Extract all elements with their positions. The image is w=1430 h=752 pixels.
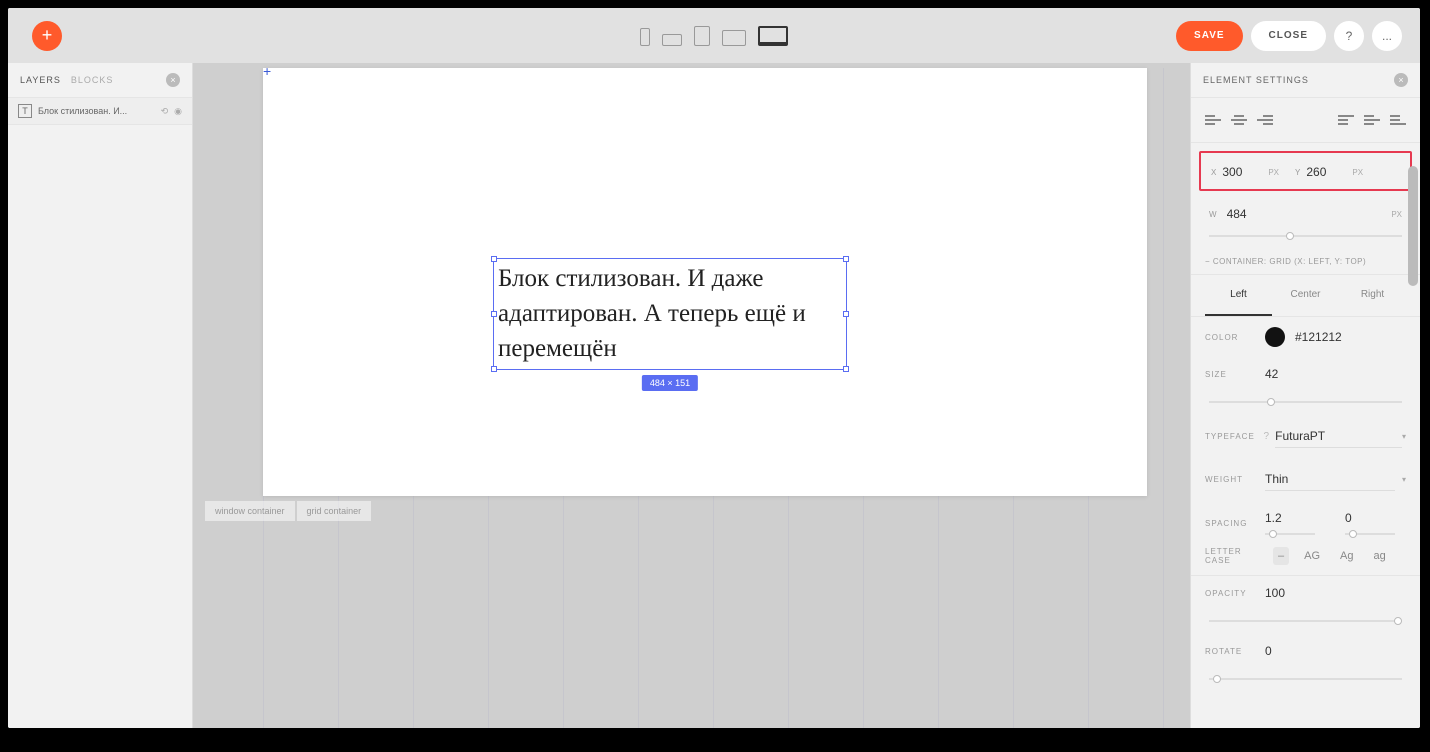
- rotate-input[interactable]: [1265, 644, 1345, 658]
- scrollbar[interactable]: [1408, 166, 1418, 286]
- w-unit: PX: [1391, 210, 1402, 219]
- spacing-label: SPACING: [1205, 519, 1265, 528]
- resize-handle[interactable]: [843, 256, 849, 262]
- w-label: W: [1209, 210, 1217, 219]
- text-align-right[interactable]: Right: [1339, 275, 1406, 316]
- grid-container-tab[interactable]: grid container: [297, 501, 372, 521]
- case-lower[interactable]: ag: [1369, 547, 1391, 565]
- container-note[interactable]: − CONTAINER: GRID (X: LEFT, Y: TOP): [1191, 249, 1420, 275]
- close-button[interactable]: CLOSE: [1251, 21, 1326, 51]
- tab-layers[interactable]: LAYERS: [20, 75, 61, 85]
- window-container-tab[interactable]: window container: [205, 501, 295, 521]
- y-input[interactable]: [1306, 165, 1346, 179]
- element-settings-panel: ELEMENT SETTINGS × X: [1190, 63, 1420, 728]
- breakpoint-phone-land[interactable]: [662, 34, 682, 46]
- valign-top-icon[interactable]: [1338, 112, 1354, 128]
- y-label: Y: [1295, 168, 1300, 177]
- x-label: X: [1211, 168, 1216, 177]
- spacing-letter-slider[interactable]: [1345, 533, 1395, 535]
- color-swatch[interactable]: [1265, 327, 1285, 347]
- y-unit: PX: [1352, 168, 1363, 177]
- size-input[interactable]: [1265, 367, 1345, 381]
- breakpoint-tablet[interactable]: [694, 26, 710, 46]
- text-icon: T: [18, 104, 32, 118]
- origin-marker: +: [263, 63, 271, 79]
- weight-select[interactable]: Thin: [1265, 468, 1395, 491]
- breakpoints: [640, 26, 788, 46]
- add-button[interactable]: +: [32, 21, 62, 51]
- size-slider[interactable]: [1209, 401, 1402, 403]
- size-label: SIZE: [1205, 370, 1265, 379]
- breakpoint-tablet-land[interactable]: [722, 30, 746, 46]
- chevron-down-icon: ▾: [1402, 475, 1406, 484]
- valign-bot-icon[interactable]: [1390, 112, 1406, 128]
- rotate-label: ROTATE: [1205, 647, 1265, 656]
- canvas[interactable]: + Блок стилизован. И даже адаптирован. А…: [193, 63, 1190, 728]
- typeface-label: TYPEFACE: [1205, 432, 1264, 441]
- text-block[interactable]: Блок стилизован. И даже адаптирован. А т…: [494, 259, 846, 368]
- save-button[interactable]: SAVE: [1176, 21, 1243, 51]
- align-left-icon[interactable]: [1205, 112, 1221, 128]
- selected-element[interactable]: Блок стилизован. И даже адаптирован. А т…: [493, 258, 847, 370]
- resize-handle[interactable]: [491, 256, 497, 262]
- w-input[interactable]: [1227, 207, 1267, 221]
- resize-handle[interactable]: [843, 311, 849, 317]
- color-input[interactable]: [1295, 330, 1375, 344]
- help-button[interactable]: ?: [1334, 21, 1364, 51]
- layer-item[interactable]: T Блок стилизован. И... ⟲ ◉: [8, 98, 192, 125]
- topbar: + SAVE CLOSE ? ...: [8, 8, 1420, 63]
- position-group: X PX Y PX: [1199, 151, 1412, 191]
- case-upper[interactable]: AG: [1299, 547, 1325, 565]
- valign-mid-icon[interactable]: [1364, 112, 1380, 128]
- resize-handle[interactable]: [491, 366, 497, 372]
- x-input[interactable]: [1222, 165, 1262, 179]
- spacing-line-val[interactable]: 1.2: [1265, 511, 1315, 525]
- dimension-badge: 484 × 151: [642, 375, 698, 391]
- width-slider[interactable]: [1209, 235, 1402, 237]
- lock-icon[interactable]: ⟲: [161, 106, 169, 117]
- lettercase-label: LETTER CASE: [1205, 547, 1265, 565]
- case-title[interactable]: Ag: [1335, 547, 1358, 565]
- panel-title: ELEMENT SETTINGS: [1203, 75, 1309, 85]
- text-align-center[interactable]: Center: [1272, 275, 1339, 316]
- x-unit: PX: [1268, 168, 1279, 177]
- align-center-icon[interactable]: [1231, 112, 1247, 128]
- text-align-left[interactable]: Left: [1205, 275, 1272, 316]
- more-button[interactable]: ...: [1372, 21, 1402, 51]
- layer-name: Блок стилизован. И...: [38, 106, 127, 116]
- eye-icon[interactable]: ◉: [174, 106, 182, 117]
- spacing-letter-val[interactable]: 0: [1345, 511, 1395, 525]
- layers-panel: LAYERS BLOCKS × T Блок стилизован. И... …: [8, 63, 193, 728]
- color-label: COLOR: [1205, 333, 1265, 342]
- weight-label: WEIGHT: [1205, 475, 1265, 484]
- rotate-slider[interactable]: [1209, 678, 1402, 680]
- layers-close-icon[interactable]: ×: [166, 73, 180, 87]
- breakpoint-desktop[interactable]: [758, 26, 788, 46]
- align-right-icon[interactable]: [1257, 112, 1273, 128]
- settings-close-icon[interactable]: ×: [1394, 73, 1408, 87]
- resize-handle[interactable]: [491, 311, 497, 317]
- case-none[interactable]: –: [1273, 547, 1289, 565]
- typeface-help-icon[interactable]: ?: [1264, 431, 1270, 442]
- tab-blocks[interactable]: BLOCKS: [71, 75, 114, 85]
- resize-handle[interactable]: [843, 366, 849, 372]
- opacity-label: OPACITY: [1205, 589, 1265, 598]
- spacing-line-slider[interactable]: [1265, 533, 1315, 535]
- opacity-slider[interactable]: [1209, 620, 1402, 622]
- opacity-input[interactable]: [1265, 586, 1345, 600]
- breakpoint-phone[interactable]: [640, 28, 650, 46]
- chevron-down-icon: ▾: [1402, 432, 1406, 441]
- typeface-select[interactable]: FuturaPT: [1275, 425, 1402, 448]
